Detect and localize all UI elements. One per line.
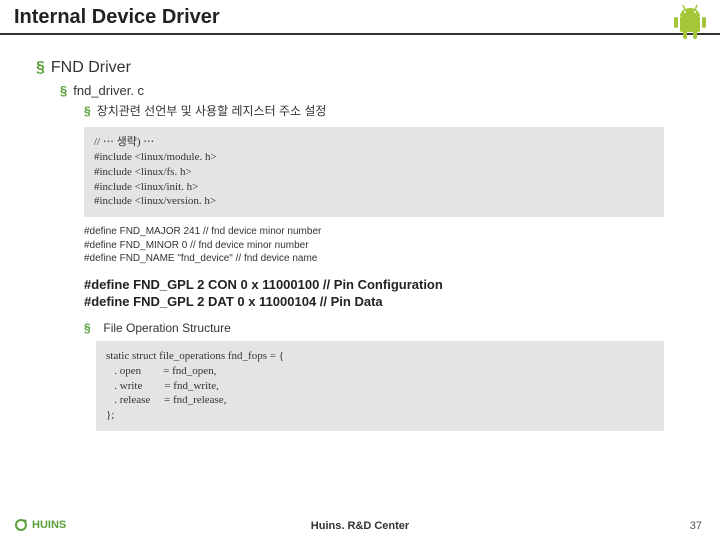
bullet-icon: § [84, 321, 91, 335]
page-number: 37 [690, 520, 702, 532]
defs-text: #define FND_MAJOR 241 // fnd device mino… [84, 225, 684, 266]
page-title: Internal Device Driver [14, 6, 220, 29]
bullet-icon: § [60, 83, 67, 98]
bullet-icon: § [36, 59, 45, 76]
code-block-includes: // ⋯ 생략) ⋯ #include <linux/module. h> #i… [84, 127, 664, 217]
code-block-fops: static struct file_operations fnd_fops =… [96, 341, 664, 431]
android-icon [668, 2, 712, 45]
code1-text: // ⋯ 생략) ⋯ #include <linux/module. h> #i… [94, 135, 654, 209]
heading-lvl3b: § File Operation Structure [84, 321, 684, 335]
lvl3b-text: File Operation Structure [103, 321, 230, 335]
bullet-icon: § [84, 104, 91, 118]
lvl2-text: fnd_driver. c [73, 83, 144, 98]
bigdef-text: #define FND_GPL 2 CON 0 x 11000100 // Pi… [84, 276, 684, 311]
heading-lvl2: § fnd_driver. c [60, 83, 684, 98]
footer-text: Huins. R&D Center [0, 520, 720, 532]
defines-bold: #define FND_GPL 2 CON 0 x 11000100 // Pi… [84, 276, 684, 311]
heading-lvl1: § FND Driver [36, 59, 684, 77]
title-bar: Internal Device Driver [0, 0, 720, 35]
lvl3a-text: 장치관련 선언부 및 사용할 레지스터 주소 설정 [97, 104, 327, 118]
heading-lvl3: § 장치관련 선언부 및 사용할 레지스터 주소 설정 [84, 102, 684, 119]
lvl1-text: FND Driver [51, 59, 131, 76]
code2-text: static struct file_operations fnd_fops =… [106, 349, 654, 423]
defines-small: #define FND_MAJOR 241 // fnd device mino… [84, 225, 684, 266]
content: § FND Driver § fnd_driver. c § 장치관련 선언부 및 사… [0, 35, 720, 431]
